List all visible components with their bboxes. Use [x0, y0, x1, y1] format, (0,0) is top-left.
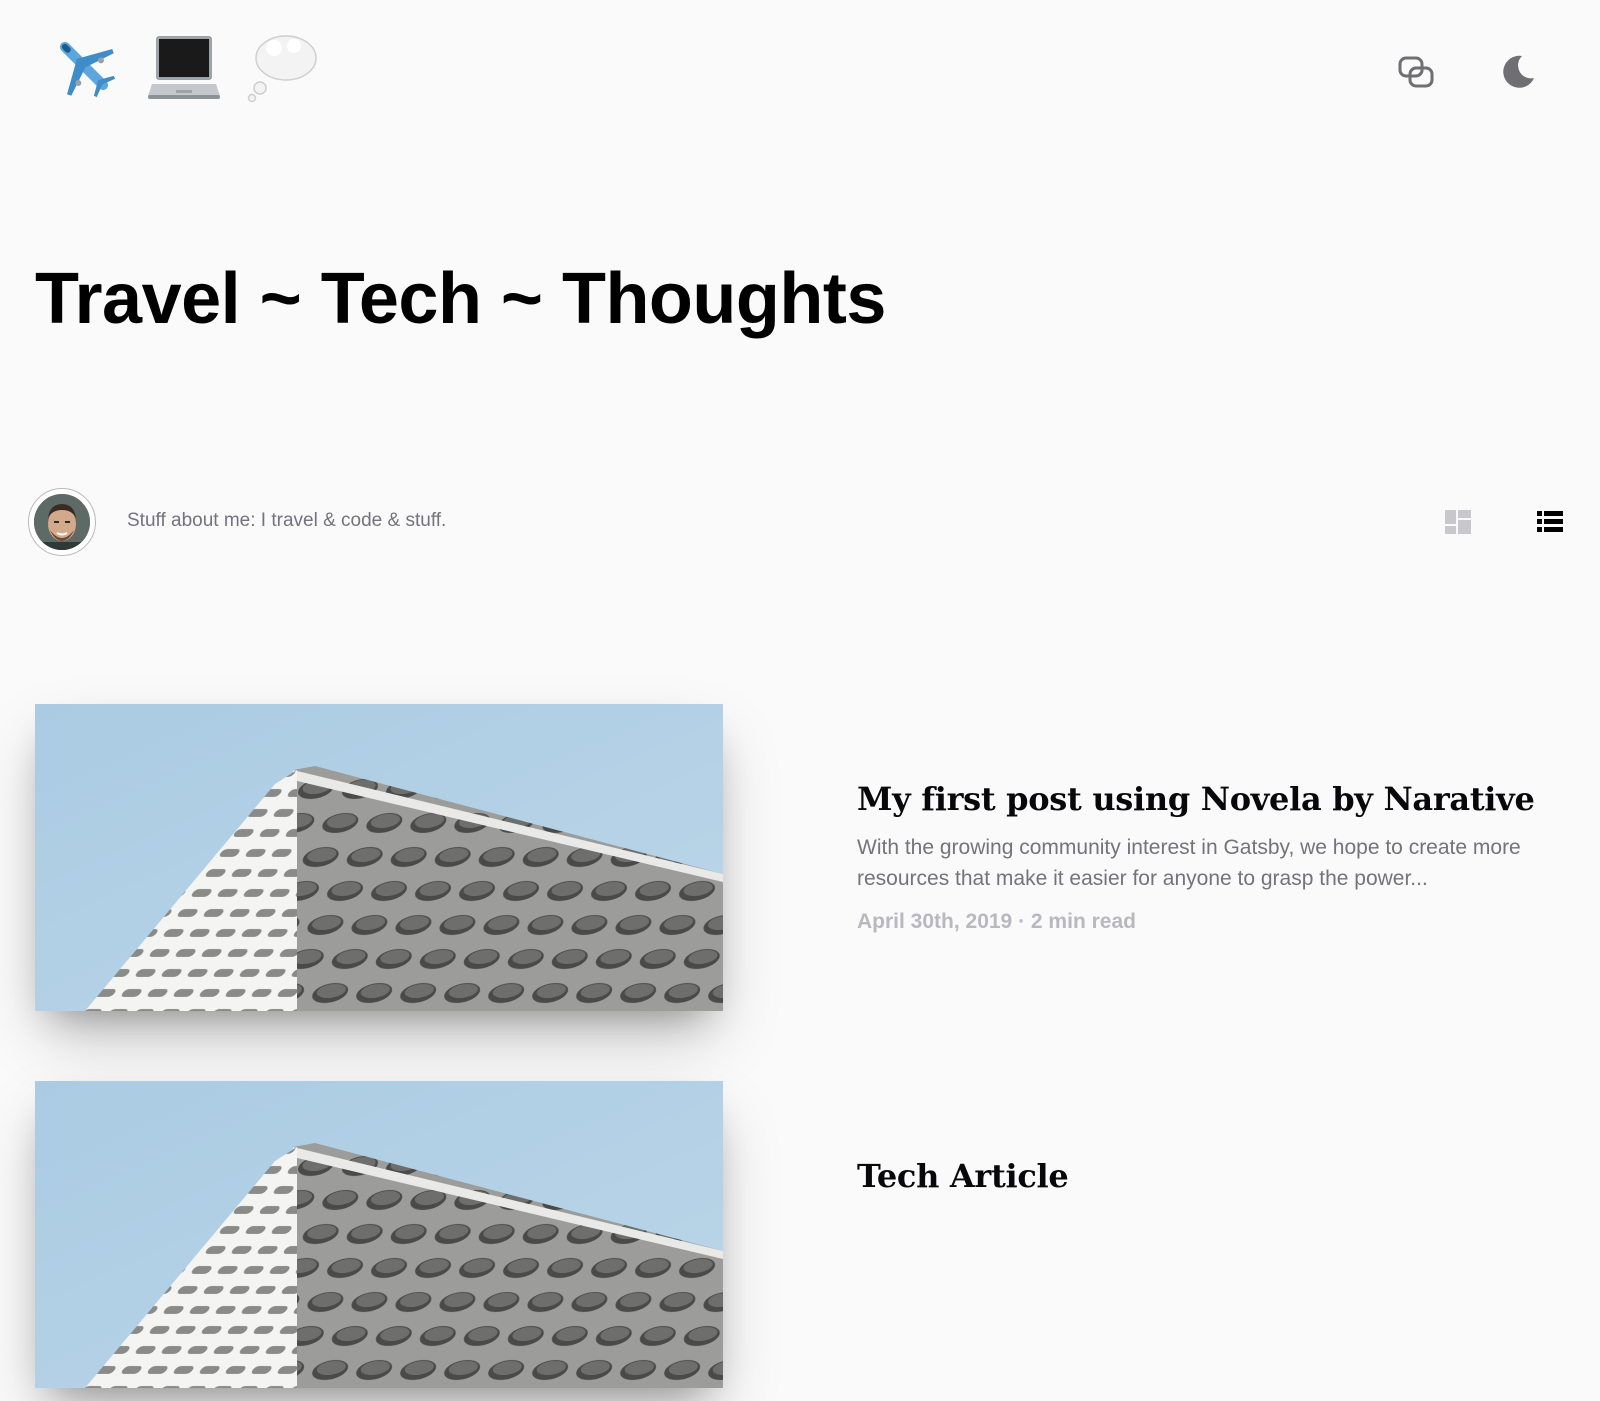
meta-separator: · [1018, 910, 1026, 933]
grid-layout-toggle[interactable] [1440, 504, 1476, 540]
site-logo[interactable] [46, 28, 322, 104]
article-title: My first post using Novela by Narative [857, 780, 1535, 818]
avatar-photo [34, 494, 90, 550]
author-bio: Stuff about me: I travel & code & stuff. [127, 510, 447, 531]
avatar[interactable] [28, 488, 96, 556]
article-excerpt: With the growing community interest in G… [857, 836, 1521, 890]
dark-mode-toggle[interactable] [1496, 50, 1540, 94]
site-header [0, 0, 1600, 140]
laptop-emoji-icon [146, 28, 222, 104]
article-card[interactable]: Tech Article [35, 1081, 1565, 1401]
page-title: Travel ~ Tech ~ Thoughts [35, 259, 886, 339]
author-bio-row: Stuff about me: I travel & code & stuff. [28, 488, 1568, 560]
header-actions [1394, 50, 1540, 94]
list-layout-icon [1537, 511, 1563, 532]
copy-link-button[interactable] [1394, 50, 1438, 94]
article-read-time: 2 min read [1030, 910, 1136, 933]
article-title: Tech Article [857, 1157, 1069, 1195]
article-hero-image [35, 1081, 723, 1388]
layout-toggles [1440, 504, 1568, 540]
airplane-emoji-icon [46, 28, 122, 104]
article-card[interactable]: My first post using Novela by Narative W… [35, 704, 1565, 1024]
copy-link-icon [1398, 56, 1434, 88]
list-layout-toggle[interactable] [1532, 504, 1568, 540]
article-date: April 30th, 2019 [857, 910, 1013, 933]
grid-layout-icon [1445, 510, 1471, 534]
article-hero-image [35, 704, 723, 1011]
thought-balloon-emoji-icon [246, 28, 322, 104]
article-meta: April 30th, 2019 · 2 min read [857, 910, 1136, 934]
moon-icon [1503, 55, 1534, 88]
